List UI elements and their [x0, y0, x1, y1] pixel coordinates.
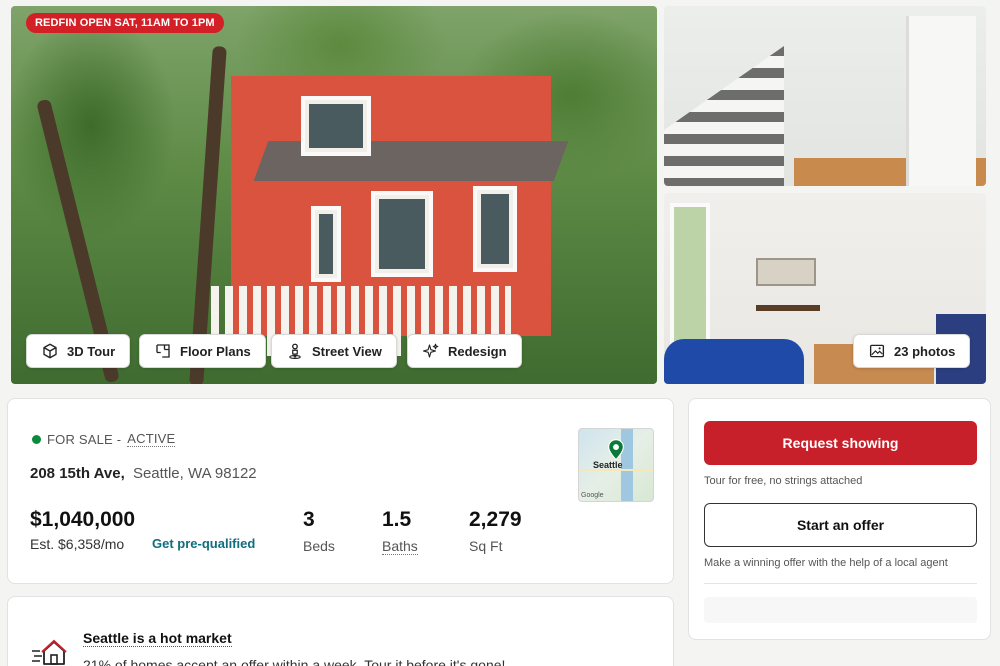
sqft-stat: 2,279 Sq Ft — [469, 508, 522, 556]
status-value[interactable]: ACTIVE — [127, 431, 176, 447]
redesign-button[interactable]: Redesign — [407, 334, 522, 368]
window-image — [670, 203, 710, 353]
console-table-image — [756, 305, 820, 311]
baths-label[interactable]: Baths — [382, 538, 418, 555]
city-state-zip: Seattle, WA 98122 — [132, 465, 257, 482]
view-photos-button[interactable]: 23 photos — [853, 334, 971, 368]
monthly-estimate[interactable]: Est. $6,358/mo — [30, 536, 124, 552]
floor-plans-button[interactable]: Floor Plans — [139, 334, 266, 368]
3d-tour-button[interactable]: 3D Tour — [26, 334, 131, 368]
beds-value: 3 — [303, 508, 315, 531]
baths-value: 1.5 — [382, 508, 412, 531]
entry-photo[interactable] — [664, 6, 986, 186]
image-icon — [869, 344, 885, 358]
action-panel: Request showing Tour for free, no string… — [688, 398, 991, 640]
street-view-button[interactable]: Street View — [271, 334, 397, 368]
request-showing-button[interactable]: Request showing — [704, 421, 977, 465]
wall-art-image — [756, 258, 816, 286]
cube-icon — [43, 343, 57, 359]
status-prefix: FOR SALE - — [47, 431, 122, 447]
listing-summary-card: FOR SALE - ACTIVE 208 15th Ave, Seattle,… — [7, 398, 674, 584]
map-city-label: Seattle — [593, 460, 623, 470]
get-prequalified-link[interactable]: Get pre-qualified — [152, 536, 255, 551]
request-showing-note: Tour for free, no strings attached — [704, 475, 863, 487]
sqft-value: 2,279 — [469, 508, 522, 531]
listing-address: 208 15th Ave, Seattle, WA 98122 — [30, 465, 257, 482]
street-view-label: Street View — [312, 343, 382, 359]
house-window — [371, 191, 433, 277]
beds-stat: 3 Beds — [303, 508, 335, 556]
main-photo[interactable] — [11, 6, 657, 384]
open-house-badge: REDFIN OPEN SAT, 11AM TO 1PM — [26, 13, 224, 33]
person-pin-icon — [289, 343, 301, 360]
map-pin-icon — [608, 439, 624, 461]
sqft-label: Sq Ft — [469, 538, 503, 554]
photo-count-label: 23 photos — [894, 343, 956, 359]
listing-status: FOR SALE - ACTIVE — [32, 431, 176, 447]
house-window — [301, 96, 371, 156]
floor-plans-label: Floor Plans — [180, 343, 251, 359]
start-offer-note: Make a winning offer with the help of a … — [704, 557, 948, 569]
hot-market-subtitle: 21% of homes accept an offer within a we… — [83, 657, 506, 666]
mini-map[interactable]: Seattle Google — [578, 428, 654, 502]
stairs-image — [664, 46, 784, 186]
hot-market-card: Seattle is a hot market 21% of homes acc… — [7, 596, 674, 666]
panel-divider — [704, 583, 977, 584]
status-dot-icon — [32, 434, 41, 444]
door-image — [906, 16, 976, 186]
sofa-image — [664, 339, 804, 384]
redesign-label: Redesign — [448, 343, 507, 359]
map-attribution: Google — [581, 492, 604, 499]
house-speed-icon — [32, 639, 67, 665]
listing-price: $1,040,000 — [30, 508, 136, 531]
floor-plan-icon — [156, 344, 170, 358]
hot-market-title[interactable]: Seattle is a hot market — [83, 630, 232, 647]
house-window — [473, 186, 517, 272]
baths-stat: 1.5 Baths — [382, 508, 418, 556]
house-window — [311, 206, 341, 282]
sparkle-icon — [422, 343, 439, 358]
panel-placeholder — [704, 597, 977, 623]
start-offer-button[interactable]: Start an offer — [704, 503, 977, 547]
3d-tour-label: 3D Tour — [67, 343, 116, 359]
beds-label: Beds — [303, 538, 335, 554]
street-address: 208 15th Ave, — [30, 465, 125, 482]
